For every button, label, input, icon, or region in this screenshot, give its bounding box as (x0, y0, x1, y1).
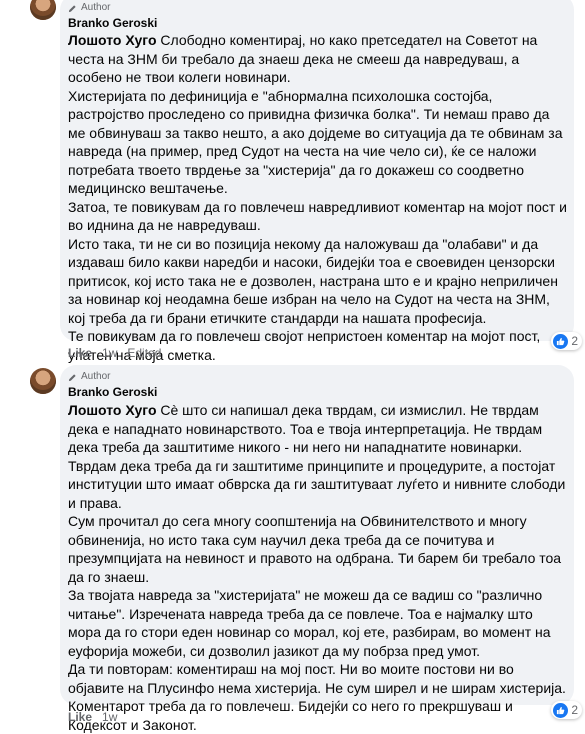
reaction-count[interactable]: 2 (551, 332, 582, 350)
like-button[interactable]: Like (68, 710, 92, 724)
comment-1: Author Branko Geroski Лошото Хуго Слобод… (0, 0, 585, 365)
author-badge: Author (68, 2, 110, 14)
paragraph: Исто така, ти не си во позиција некому д… (68, 235, 558, 326)
paragraph: Хистеријата по дефиниција е "абнормална … (68, 87, 563, 197)
author-name[interactable]: Branko Geroski (68, 16, 157, 30)
pencil-icon (68, 4, 76, 12)
comment-actions: Like 1w (68, 710, 117, 724)
author-badge: Author (68, 371, 110, 383)
paragraph: За твојата навреда за "хистеријата" не м… (68, 587, 551, 659)
mention-link[interactable]: Лошото Хуго (68, 402, 157, 418)
paragraph: Лошото Хуго Сè што си напишал дека тврда… (68, 402, 566, 511)
comment-2: Author Branko Geroski Лошото Хуго Сè што… (0, 365, 585, 733)
timestamp[interactable]: 1w (102, 710, 117, 724)
avatar[interactable] (30, 0, 56, 20)
avatar[interactable] (30, 368, 56, 394)
comment-actions: Like 1w Edited (68, 346, 161, 360)
edited-label[interactable]: Edited (127, 346, 161, 360)
paragraph: Затоа, те повикувам да го повлечеш навре… (68, 198, 567, 234)
pencil-icon (68, 373, 76, 381)
comment-text: Лошото Хуго Слободно коментирај, но како… (68, 31, 568, 364)
like-button[interactable]: Like (68, 346, 92, 360)
mention-link[interactable]: Лошото Хуго (68, 32, 157, 48)
timestamp[interactable]: 1w (102, 346, 117, 360)
comment-bubble: Author Branko Geroski Лошото Хуго Слобод… (60, 0, 582, 363)
paragraph: Сум прочитал до сега многу соопштенија н… (68, 513, 562, 585)
like-reaction-icon (553, 702, 569, 718)
author-name[interactable]: Branko Geroski (68, 385, 157, 399)
paragraph: Да ти повторам: коментираш на мој пост. … (68, 661, 566, 733)
comment-bubble: Author Branko Geroski Лошото Хуго Сè што… (60, 365, 582, 733)
paragraph: Лошото Хуго Слободно коментирај, но како… (68, 32, 538, 85)
reaction-count[interactable]: 2 (551, 701, 582, 719)
like-reaction-icon (553, 333, 569, 349)
comment-text: Лошото Хуго Сè што си напишал дека тврда… (68, 401, 568, 734)
